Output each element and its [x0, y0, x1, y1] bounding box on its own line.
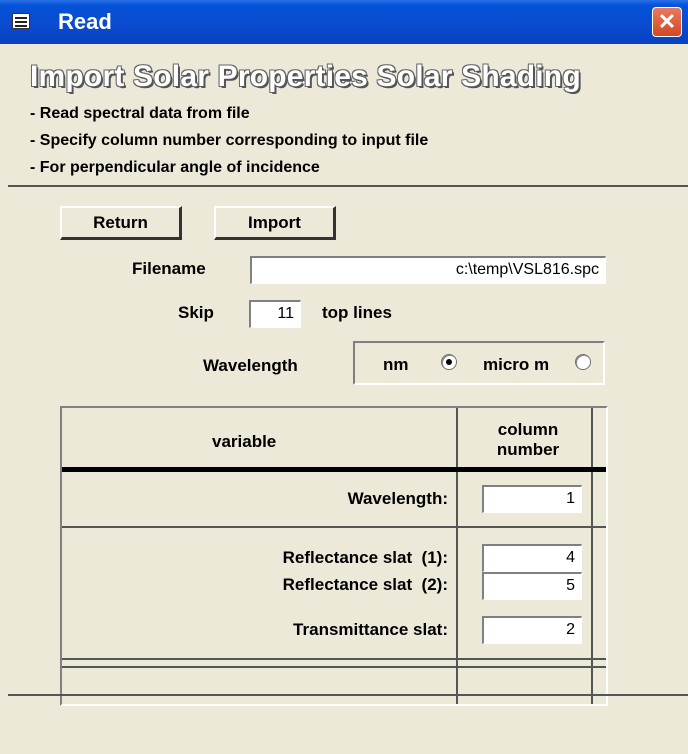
form-icon: [12, 13, 30, 29]
footer-divider: [8, 694, 688, 696]
nm-radio[interactable]: [441, 354, 457, 370]
filename-input[interactable]: c:\temp\VSL816.spc: [250, 256, 606, 284]
skip-input[interactable]: 11: [249, 300, 301, 328]
nm-option-label: nm: [383, 355, 409, 374]
radio-selected-dot: [446, 359, 452, 365]
column-number-header: column number: [496, 420, 560, 459]
wavelength-column-input[interactable]: 1: [482, 485, 582, 513]
table-bottom-line: [62, 658, 606, 660]
variable-header: variable: [212, 432, 277, 451]
import-button[interactable]: Import: [214, 206, 336, 240]
title-bar[interactable]: Read ✕: [0, 0, 688, 44]
micro-m-option-label: micro m: [483, 355, 550, 374]
table-bottom-line: [62, 666, 606, 668]
window-title: Read: [58, 9, 112, 34]
wavelength-label: Wavelength: [203, 356, 298, 375]
header-separator: [62, 467, 606, 472]
header-divider: [8, 185, 688, 187]
wavelength-unit-group: nm micro m: [353, 341, 605, 385]
reflectance-slat-2-label: Reflectance slat (2):: [282, 575, 448, 594]
reflectance-slat-2-input[interactable]: 5: [482, 572, 582, 600]
instruction-line: - Specify column number corresponding to…: [30, 132, 429, 149]
reflectance-slat-1-input[interactable]: 4: [482, 544, 582, 572]
reflectance-slat-1-label: Reflectance slat (1):: [282, 548, 448, 567]
dialog-window: Read ✕ Import Solar Properties Solar Sha…: [0, 0, 688, 754]
instruction-line: - For perpendicular angle of incidence: [30, 159, 320, 176]
micro-m-radio[interactable]: [575, 354, 591, 370]
skip-suffix-label: top lines: [322, 303, 392, 322]
wavelength-row-label: Wavelength:: [347, 489, 448, 508]
dialog-content: Import Solar Properties Solar Shading - …: [8, 44, 688, 754]
instruction-line: - Read spectral data from file: [30, 105, 250, 122]
transmittance-slat-label: Transmittance slat:: [293, 620, 448, 639]
close-icon: ✕: [657, 9, 677, 34]
row-separator: [62, 526, 606, 528]
transmittance-slat-input[interactable]: 2: [482, 616, 582, 644]
return-button[interactable]: Return: [60, 206, 182, 240]
close-button[interactable]: ✕: [652, 7, 682, 37]
column-mapping-table: variable column number Wavelength: 1 Ref…: [60, 406, 608, 706]
filename-label: Filename: [132, 259, 206, 278]
page-title: Import Solar Properties Solar Shading: [30, 60, 581, 93]
skip-label: Skip: [178, 303, 214, 322]
